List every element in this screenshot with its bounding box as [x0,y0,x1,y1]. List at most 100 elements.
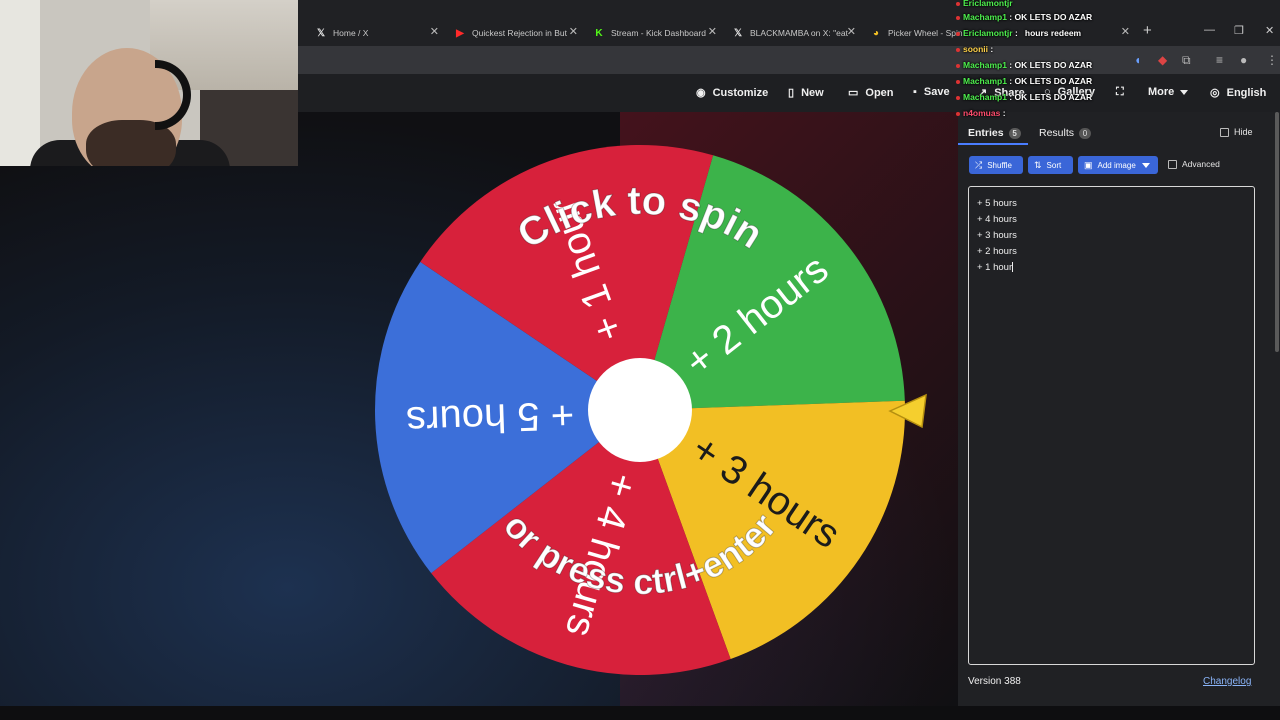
hide-label: Hide [1234,127,1253,137]
more-button[interactable]: More [1148,86,1189,98]
tab-title: Stream - Kick Dashboard [611,28,706,38]
advanced-label: Advanced [1182,159,1220,169]
wheel-pointer-icon [888,393,927,429]
customize-button[interactable]: ◉ Customize [696,86,769,100]
chevron-down-icon [1180,89,1189,95]
chat-bullet-icon [956,31,960,36]
folder-icon: ▭ [848,87,859,99]
kick-icon: K [595,27,603,39]
chat-message: Machamp1 : OK LETS DO AZAR [956,60,1092,70]
page-scrollbar[interactable] [1275,112,1279,352]
entry-text: + 1 hour [977,262,1013,273]
chat-text: : [1000,108,1006,118]
browser-tab[interactable]: ▶ Quickest Rejection in But ✕ [454,22,578,44]
chat-message: soonii : [956,44,993,54]
chat-text: : OK LETS DO AZAR [1006,92,1093,102]
media-icon[interactable]: ≡ [1216,53,1223,67]
tab-results-label: Results [1039,127,1075,139]
puzzle-icon[interactable]: ⧉ [1182,53,1191,68]
entry-line: + 4 hours [977,214,1017,225]
tab-results[interactable]: Results 0 [1039,127,1092,139]
new-label: New [801,86,824,99]
open-label: Open [865,86,894,99]
entry-line: + 2 hours [977,246,1017,257]
changelog-link[interactable]: Changelog [1203,676,1251,687]
close-icon[interactable]: ✕ [847,25,856,38]
chat-username: Machamp1 [963,76,1007,86]
tab-entries-label: Entries [968,127,1004,139]
entry-line-last: + 1 hour [977,260,1246,276]
save-label: Save [923,86,950,98]
restore-icon[interactable]: ❐ [1234,24,1244,37]
new-button[interactable]: ▯ New [788,86,824,100]
results-count-badge: 0 [1079,127,1092,139]
chat-bullet-icon [956,111,960,116]
youtube-icon: ▶ [456,27,464,39]
screen: 𝕏 Home / X ✕ ▶ Quickest Rejection in But… [0,0,1280,720]
sort-icon: ⇅ [1034,159,1042,170]
tab-title: Home / X [333,28,369,38]
shuffle-label: Shuffle [987,160,1012,170]
chat-text: : ⁠ ⁠ hours redeem [1012,28,1082,38]
close-icon[interactable]: ✕ [708,25,717,38]
hide-checkbox[interactable]: Hide [1220,127,1253,137]
save-button[interactable]: ▪ Save [913,86,950,98]
browser-tab[interactable]: 𝕏 Home / X ✕ [315,22,439,44]
sort-button[interactable]: ⇅ Sort [1028,156,1073,174]
chat-username: Machamp1 [963,92,1007,102]
entries-count-badge: 5 [1008,127,1021,139]
wheel-segment-label: + 5 hours [406,393,575,443]
version-label: Version 388 [968,676,1021,687]
chat-bullet-icon [956,47,960,52]
footer-bar [0,706,1280,720]
chat-message: Ericlamontjr : ⁠ ⁠ hours redeem [956,28,1081,38]
image-icon: ▣ [1084,159,1093,170]
tab-entries[interactable]: Entries 5 [968,127,1021,139]
picker-wheel-icon: ◕ [872,27,880,39]
palette-icon: ◉ [696,87,706,99]
add-image-label: Add image [1097,160,1136,170]
chat-overlay: Ericlamontjr Machamp1 : OK LETS DO AZAR … [956,0,1146,120]
entry-line: + 3 hours [977,230,1017,241]
chat-username: n4omuas [963,108,1001,118]
shuffle-icon: ⤮ [975,159,983,170]
tab-title: Quickest Rejection in But [472,28,567,38]
close-icon[interactable]: ✕ [430,25,439,38]
sort-label: Sort [1046,160,1062,170]
shuffle-button[interactable]: ⤮ Shuffle [969,156,1023,174]
extension-icon[interactable]: ◆ [1158,53,1167,67]
chat-username: Ericlamontjr [963,0,1013,8]
close-icon[interactable]: ✕ [569,25,578,38]
browser-tab[interactable]: K Stream - Kick Dashboard ✕ [593,22,717,44]
chat-text: : OK LETS DO AZAR [1006,60,1093,70]
open-button[interactable]: ▭ Open [848,86,894,100]
minimize-icon[interactable]: — [1204,24,1215,36]
wheel-center[interactable] [588,358,692,462]
save-icon: ▪ [913,86,917,98]
chat-username: soonii [963,44,989,54]
file-icon: ▯ [788,87,795,99]
chat-text: : OK LETS DO AZAR [1006,12,1093,22]
kebab-menu-icon[interactable]: ⋮ [1266,53,1278,67]
active-tab-indicator [958,143,1028,145]
chat-username: Machamp1 [963,12,1007,22]
x-logo-icon: 𝕏 [733,27,743,39]
entries-textarea[interactable]: + 5 hours + 4 hours + 3 hours + 2 hours … [968,186,1255,665]
browser-tab[interactable]: 𝕏 BLACKMAMBA on X: "eat ✕ [732,22,856,44]
more-label: More [1148,86,1175,98]
advanced-checkbox[interactable]: Advanced [1168,159,1220,169]
chat-text: : OK LETS DO AZAR [1006,76,1093,86]
add-image-button[interactable]: ▣ Add image [1078,156,1158,174]
webcam-door [0,0,40,166]
chat-message: n4omuas : [956,108,1006,118]
chat-bullet-icon [956,1,960,6]
profile-icon[interactable]: ● [1240,53,1247,67]
chevron-down-icon [1141,162,1150,168]
language-label: English [1226,86,1267,99]
globe-icon: ◎ [1210,87,1220,99]
close-window-icon[interactable]: ✕ [1265,24,1274,37]
language-button[interactable]: ◎ English [1210,86,1267,100]
chat-message: Machamp1 : OK LETS DO AZAR [956,76,1092,86]
customize-label: Customize [712,86,769,99]
spin-wheel[interactable]: + 2 hours+ 3 hours+ 4 hours+ 5 hours+ 1 … [370,140,910,680]
